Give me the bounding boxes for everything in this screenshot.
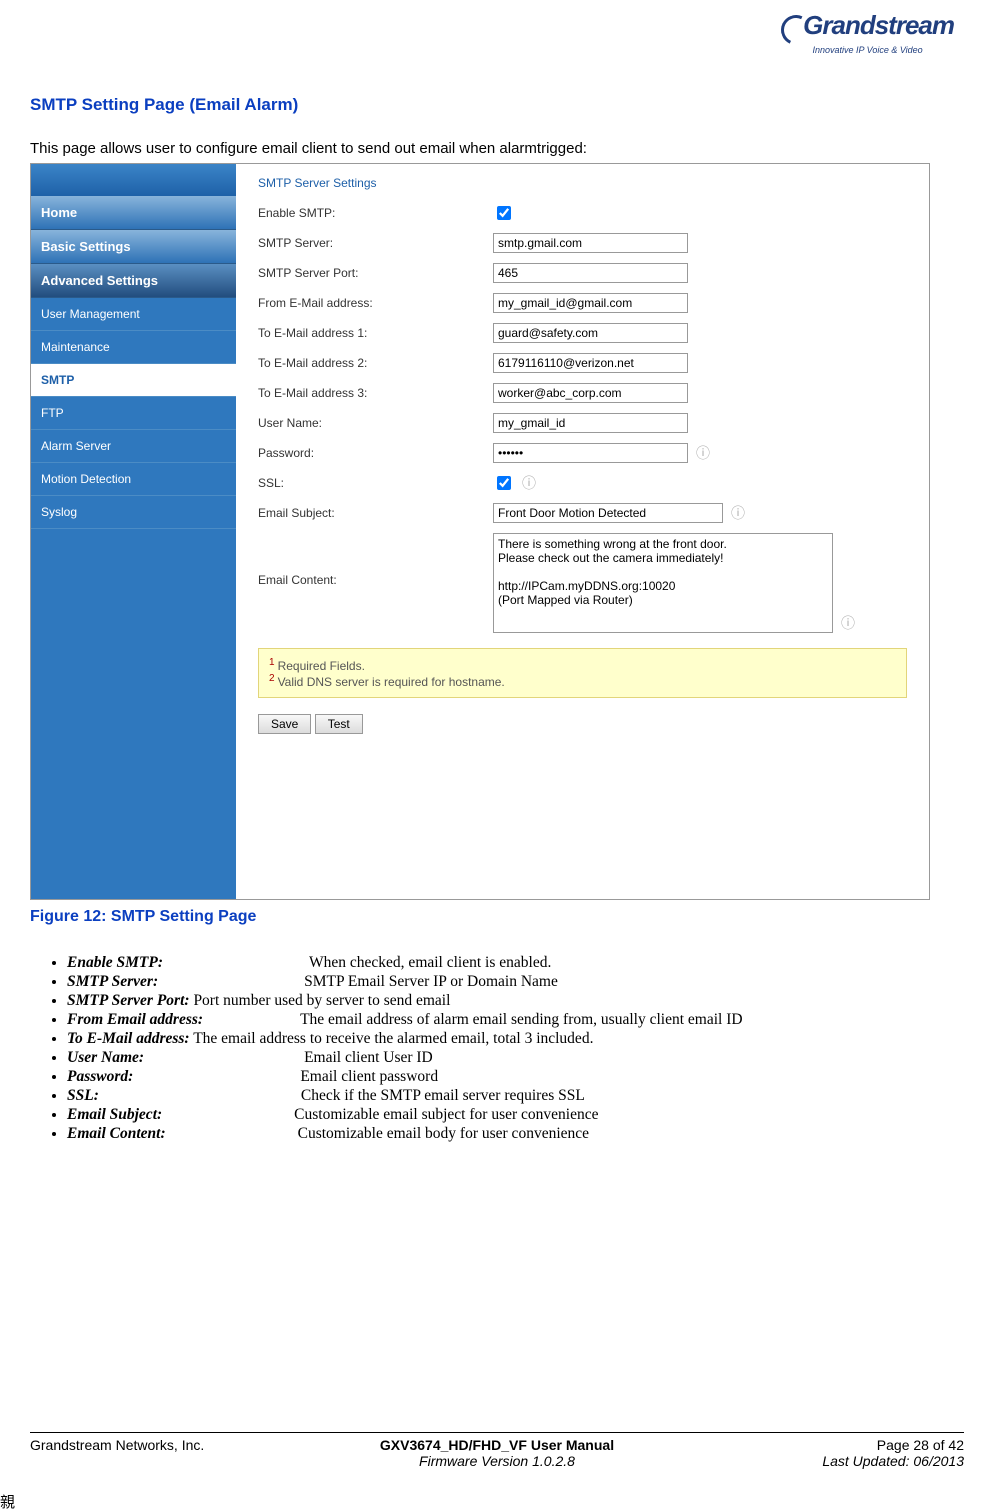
footer-updated: Last Updated: 06/2013 (653, 1453, 964, 1469)
enable-smtp-checkbox[interactable] (497, 206, 511, 220)
to-email-1-input[interactable] (493, 323, 688, 343)
ssl-checkbox[interactable] (497, 476, 511, 490)
section-heading: SMTP Setting Page (Email Alarm) (30, 95, 964, 115)
save-button[interactable]: Save (258, 714, 311, 734)
email-subject-input[interactable] (493, 503, 723, 523)
label-port: SMTP Server Port: (258, 266, 493, 280)
footer-firmware: Firmware Version 1.0.2.8 (341, 1453, 652, 1469)
sidebar-section[interactable]: Home (31, 196, 236, 230)
definition-item: SMTP Server:SMTP Email Server IP or Doma… (67, 973, 964, 991)
email-content-textarea[interactable] (493, 533, 833, 633)
definition-item: Password:Email client password (67, 1068, 964, 1086)
smtp-port-input[interactable] (493, 263, 688, 283)
definitions-list: Enable SMTP:When checked, email client i… (30, 954, 964, 1143)
definition-item: Enable SMTP:When checked, email client i… (67, 954, 964, 972)
figure-caption: Figure 12: SMTP Setting Page (30, 908, 964, 926)
label-to1: To E-Mail address 1: (258, 326, 493, 340)
page-footer: Grandstream Networks, Inc. GXV3674_HD/FH… (30, 1432, 964, 1469)
sidebar-section[interactable]: Basic Settings (31, 230, 236, 264)
logo-text: Grandstream (803, 10, 954, 40)
username-input[interactable] (493, 413, 688, 433)
sidebar-item[interactable]: Maintenance (31, 331, 236, 364)
logo-tagline: Innovative IP Voice & Video (781, 45, 954, 55)
sidebar-section[interactable]: Advanced Settings (31, 264, 236, 298)
smtp-server-input[interactable] (493, 233, 688, 253)
definition-item: To E-Mail address: The email address to … (67, 1030, 964, 1048)
footer-manual: GXV3674_HD/FHD_VF User Manual (341, 1437, 652, 1453)
info-icon: ⓘ (522, 473, 536, 493)
sidebar-item[interactable]: FTP (31, 397, 236, 430)
sidebar: HomeBasic SettingsAdvanced Settings User… (31, 164, 236, 899)
from-email-input[interactable] (493, 293, 688, 313)
label-user: User Name: (258, 416, 493, 430)
label-from: From E-Mail address: (258, 296, 493, 310)
definition-item: Email Subject:Customizable email subject… (67, 1106, 964, 1124)
label-ssl: SSL: (258, 476, 493, 490)
info-icon: ⓘ (841, 613, 855, 633)
label-content: Email Content: (258, 533, 493, 587)
label-enable: Enable SMTP: (258, 206, 493, 220)
test-button[interactable]: Test (315, 714, 363, 734)
label-server: SMTP Server: (258, 236, 493, 250)
definition-item: SMTP Server Port: Port number used by se… (67, 992, 964, 1010)
intro-text: This page allows user to configure email… (30, 140, 964, 157)
definition-item: User Name:Email client User ID (67, 1049, 964, 1067)
screenshot-panel: HomeBasic SettingsAdvanced Settings User… (30, 163, 930, 900)
sidebar-item[interactable]: SMTP (31, 364, 236, 397)
definition-item: From Email address:The email address of … (67, 1011, 964, 1029)
panel-heading: SMTP Server Settings (258, 176, 917, 190)
info-icon: ⓘ (696, 443, 710, 463)
sidebar-item[interactable]: Motion Detection (31, 463, 236, 496)
definition-item: SSL:Check if the SMTP email server requi… (67, 1087, 964, 1105)
label-to2: To E-Mail address 2: (258, 356, 493, 370)
sidebar-item[interactable]: Syslog (31, 496, 236, 529)
note-1: Required Fields. (278, 659, 365, 673)
label-to3: To E-Mail address 3: (258, 386, 493, 400)
password-input[interactable] (493, 443, 688, 463)
note-2: Valid DNS server is required for hostnam… (278, 675, 505, 689)
to-email-3-input[interactable] (493, 383, 688, 403)
brand-logo: Grandstream Innovative IP Voice & Video (781, 10, 954, 55)
footer-page: Page 28 of 42 (653, 1437, 964, 1453)
label-subject: Email Subject: (258, 506, 493, 520)
info-icon: ⓘ (731, 503, 745, 523)
sidebar-item[interactable]: User Management (31, 298, 236, 331)
notes-box: 1Required Fields. 2Valid DNS server is r… (258, 648, 907, 698)
to-email-2-input[interactable] (493, 353, 688, 373)
sidebar-item[interactable]: Alarm Server (31, 430, 236, 463)
footer-company: Grandstream Networks, Inc. (30, 1437, 341, 1453)
label-pass: Password: (258, 446, 493, 460)
definition-item: Email Content:Customizable email body fo… (67, 1125, 964, 1143)
